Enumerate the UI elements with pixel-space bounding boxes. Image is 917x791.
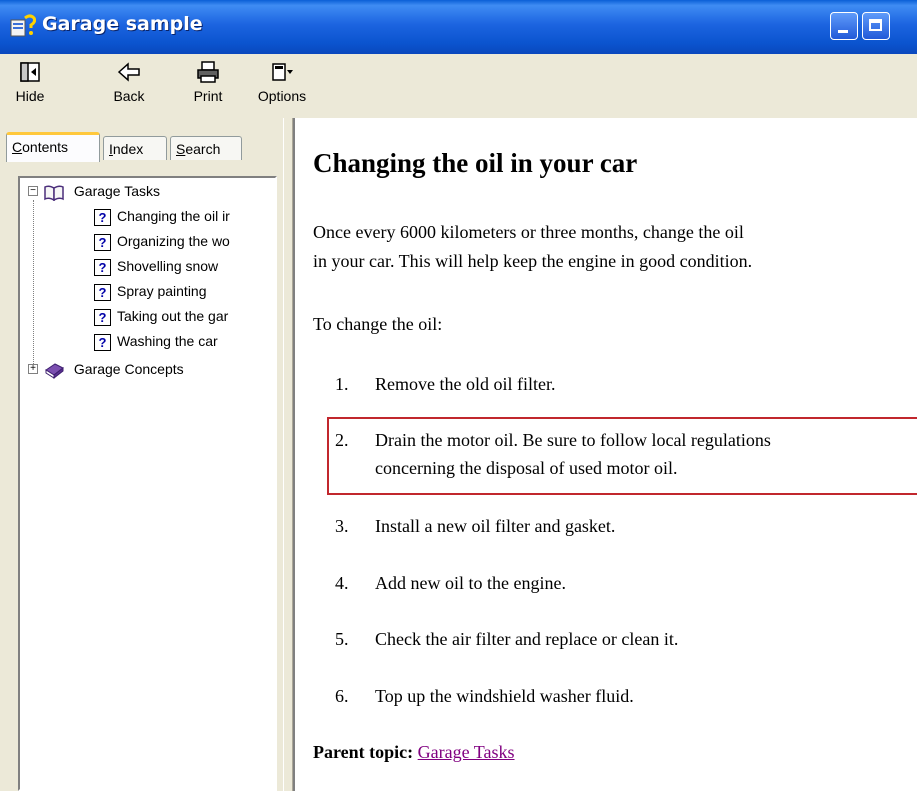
tree-topic-item[interactable]: ? Changing the oil ir: [94, 205, 230, 227]
topic-content: Changing the oil in your car Once every …: [293, 118, 917, 791]
back-label: Back: [113, 88, 145, 104]
help-window: Garage sample Hide Back Print Options Co…: [0, 0, 917, 791]
tree-node-garage-tasks[interactable]: Garage Tasks: [44, 180, 160, 202]
help-topic-icon: ?: [94, 233, 111, 251]
tree-topic-label: Shovelling snow: [117, 258, 219, 274]
printer-icon: [197, 61, 219, 83]
steps-lead: To change the oil:: [313, 314, 443, 334]
tree-topic-item[interactable]: ? Washing the car: [94, 330, 218, 352]
tree-topic-item[interactable]: ? Spray painting: [94, 280, 207, 302]
step-number: 6.: [335, 686, 349, 706]
step-number: 1.: [335, 374, 349, 394]
print-label: Print: [193, 88, 223, 104]
pane-splitter[interactable]: [283, 118, 293, 791]
step-item: 5. Check the air filter and replace or c…: [335, 626, 678, 653]
hide-button[interactable]: Hide: [10, 56, 50, 104]
title-bar[interactable]: Garage sample: [0, 0, 917, 54]
step-number: 5.: [335, 629, 349, 649]
tab-search[interactable]: Search: [170, 136, 242, 160]
contents-tree[interactable]: − Garage Tasks ? Changing the oil ir ? Org…: [18, 176, 277, 791]
step-text: Top up the windshield washer fluid.: [375, 686, 634, 706]
step-number: 3.: [335, 516, 349, 536]
tree-node-label: Garage Concepts: [73, 361, 184, 377]
minimize-button[interactable]: [830, 12, 858, 40]
step-text: Drain the motor oil. Be sure to follow l…: [375, 430, 771, 450]
intro-line: in your car. This will help keep the eng…: [313, 251, 753, 271]
hide-pane-icon: [20, 62, 40, 82]
parent-topic-link[interactable]: Garage Tasks: [418, 742, 515, 762]
expand-toggle[interactable]: +: [28, 364, 38, 374]
navigation-pane: Contents Index Search − Garage Tasks ? Ch…: [0, 118, 283, 791]
tree-topic-item[interactable]: ? Taking out the gar: [94, 305, 228, 327]
step-item-continued: concerning the disposal of used motor oi…: [335, 455, 677, 482]
back-button[interactable]: Back: [107, 56, 151, 104]
tab-contents[interactable]: Contents: [6, 132, 100, 162]
options-label: Options: [257, 88, 307, 104]
help-app-icon: [10, 14, 36, 37]
step-text: Add new oil to the engine.: [375, 573, 566, 593]
tree-topic-label: Spray painting: [117, 283, 207, 299]
help-topic-icon: ?: [94, 258, 111, 276]
tree-topic-label: Changing the oil ir: [117, 208, 230, 224]
help-topic-icon: ?: [94, 308, 111, 326]
collapse-toggle[interactable]: −: [28, 186, 38, 196]
tree-node-label: Garage Tasks: [73, 183, 161, 199]
help-topic-icon: ?: [94, 208, 111, 226]
step-text: Check the air filter and replace or clea…: [375, 629, 679, 649]
step-item: 2. Drain the motor oil. Be sure to follo…: [335, 427, 771, 454]
toolbar: Hide Back Print Options: [0, 54, 917, 119]
step-number: 2.: [335, 430, 349, 450]
tree-topic-item[interactable]: ? Shovelling snow: [94, 255, 218, 277]
parent-topic: Parent topic: Garage Tasks: [313, 742, 515, 763]
window-title: Garage sample: [42, 13, 203, 35]
back-arrow-icon: [117, 62, 140, 82]
step-text: Install a new oil filter and gasket.: [375, 516, 616, 536]
step-item: 6. Top up the windshield washer fluid.: [335, 683, 634, 710]
topic-title: Changing the oil in your car: [313, 148, 638, 178]
open-book-icon: [44, 185, 64, 201]
tree-topic-label: Taking out the gar: [117, 308, 229, 324]
intro-paragraph: Once every 6000 kilometers or three mont…: [313, 218, 903, 276]
tree-topic-label: Organizing the wo: [117, 233, 230, 249]
tab-index[interactable]: Index: [103, 136, 167, 160]
help-topic-icon: ?: [94, 333, 111, 351]
step-item: 1. Remove the old oil filter.: [335, 371, 555, 398]
options-icon: [272, 63, 293, 81]
hide-label: Hide: [15, 88, 45, 104]
parent-topic-label: Parent topic:: [313, 742, 414, 762]
closed-book-icon: [45, 363, 64, 379]
tree-topic-label: Washing the car: [117, 333, 218, 349]
step-number: 4.: [335, 573, 349, 593]
tree-connector: [33, 200, 34, 368]
print-button[interactable]: Print: [186, 56, 230, 104]
intro-line: Once every 6000 kilometers or three mont…: [313, 222, 744, 242]
help-topic-icon: ?: [94, 283, 111, 301]
maximize-button[interactable]: [862, 12, 890, 40]
tree-topic-item[interactable]: ? Organizing the wo: [94, 230, 230, 252]
step-text: Remove the old oil filter.: [375, 374, 556, 394]
step-item: 3. Install a new oil filter and gasket.: [335, 513, 615, 540]
step-text: concerning the disposal of used motor oi…: [375, 458, 678, 478]
options-button[interactable]: Options: [245, 56, 319, 104]
tree-node-garage-concepts[interactable]: Garage Concepts: [44, 358, 184, 380]
step-item: 4. Add new oil to the engine.: [335, 570, 566, 597]
